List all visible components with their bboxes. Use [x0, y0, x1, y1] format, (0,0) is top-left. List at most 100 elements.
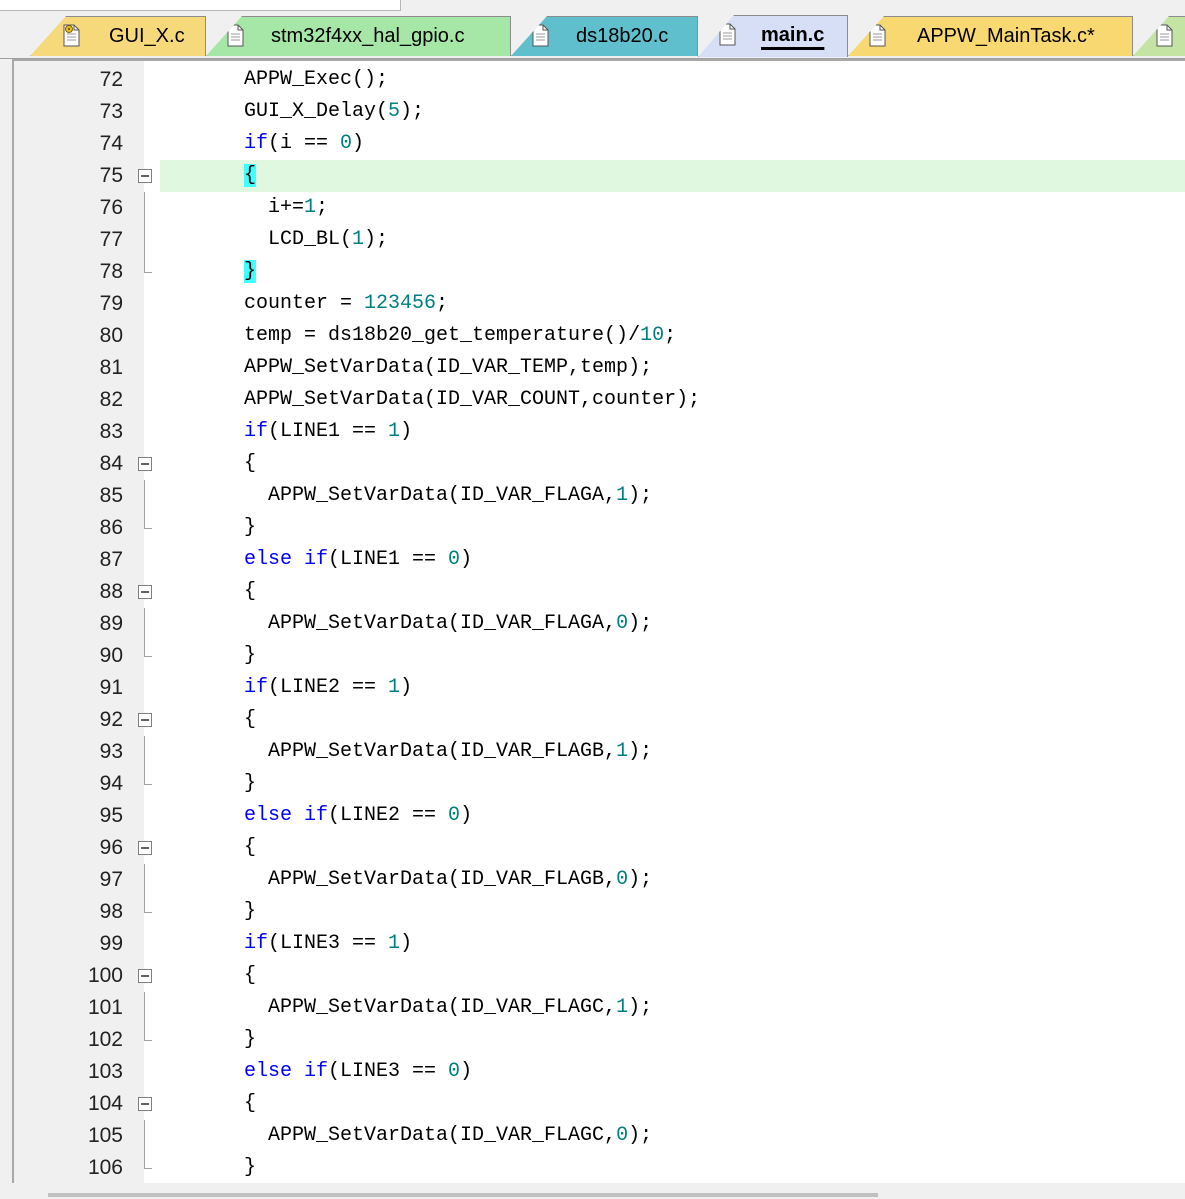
- code-editor[interactable]: 72 APPW_Exec(); 73 GUI_X_Delay(5); 74 if(i ==…: [12, 59, 1185, 1185]
- code-line[interactable]: 76 i+=1;: [14, 192, 1185, 224]
- fold-collapse-icon[interactable]: [138, 969, 152, 983]
- code-line[interactable]: 77 LCD_BL(1);: [14, 224, 1185, 256]
- code-text[interactable]: if(LINE3 == 1): [160, 928, 1185, 960]
- fold-collapse-icon[interactable]: [138, 457, 152, 471]
- code-line[interactable]: 81 APPW_SetVarData(ID_VAR_TEMP,temp);: [14, 352, 1185, 384]
- line-number: 83: [99, 420, 123, 443]
- code-line[interactable]: 86}: [14, 512, 1185, 544]
- fold-collapse-icon[interactable]: [138, 713, 152, 727]
- code-text[interactable]: i+=1;: [160, 192, 1185, 224]
- code-text[interactable]: APPW_SetVarData(ID_VAR_FLAGA,1);: [160, 480, 1185, 512]
- code-line[interactable]: 100 {: [14, 960, 1185, 992]
- code-line[interactable]: 96 {: [14, 832, 1185, 864]
- code-line[interactable]: 74 if(i == 0): [14, 128, 1185, 160]
- code-text[interactable]: if(i == 0): [160, 128, 1185, 160]
- code-text[interactable]: {: [160, 576, 1185, 608]
- code-text[interactable]: }: [160, 768, 1185, 800]
- fold-guide: [144, 608, 145, 640]
- code-text[interactable]: APPW_SetVarData(ID_VAR_FLAGB,1);: [160, 736, 1185, 768]
- tab-gui-x-c[interactable]: GUI_X.c: [30, 16, 206, 56]
- gear-file-icon: [63, 24, 80, 47]
- line-number: 105: [87, 1124, 123, 1147]
- code-line[interactable]: 83 if(LINE1 == 1): [14, 416, 1185, 448]
- code-text[interactable]: {: [160, 160, 1185, 192]
- code-text[interactable]: APPW_Exec();: [160, 64, 1185, 96]
- code-line[interactable]: 93 APPW_SetVarData(ID_VAR_FLAGB,1);: [14, 736, 1185, 768]
- code-text[interactable]: {: [160, 960, 1185, 992]
- code-line[interactable]: 95 else if(LINE2 == 0): [14, 800, 1185, 832]
- code-line[interactable]: 92 {: [14, 704, 1185, 736]
- code-text[interactable]: if(LINE2 == 1): [160, 672, 1185, 704]
- code-text[interactable]: if(LINE1 == 1): [160, 416, 1185, 448]
- code-text[interactable]: APPW_SetVarData(ID_VAR_FLAGC,1);: [160, 992, 1185, 1024]
- tab-stm32f4xx-hal-gpio-c[interactable]: stm32f4xx_hal_gpio.c: [206, 16, 511, 56]
- fold-collapse-icon[interactable]: [138, 585, 152, 599]
- code-line[interactable]: 105 APPW_SetVarData(ID_VAR_FLAGC,0);: [14, 1120, 1185, 1152]
- code-token: counter =: [244, 292, 365, 315]
- code-text[interactable]: APPW_SetVarData(ID_VAR_FLAGA,0);: [160, 608, 1185, 640]
- code-token: {: [244, 836, 257, 859]
- code-line[interactable]: 84 {: [14, 448, 1185, 480]
- tab-overflow[interactable]: [1133, 16, 1185, 56]
- code-text[interactable]: }: [160, 1152, 1185, 1184]
- code-text[interactable]: else if(LINE3 == 0): [160, 1056, 1185, 1088]
- code-text[interactable]: {: [160, 1088, 1185, 1120]
- code-line[interactable]: 94}: [14, 768, 1185, 800]
- code-text[interactable]: else if(LINE2 == 0): [160, 800, 1185, 832]
- code-line[interactable]: 82 APPW_SetVarData(ID_VAR_COUNT,counter);: [14, 384, 1185, 416]
- fold-collapse-icon[interactable]: [138, 169, 152, 183]
- code-token: }: [244, 516, 257, 539]
- code-line[interactable]: 104 {: [14, 1088, 1185, 1120]
- file-icon: [719, 23, 736, 46]
- fold-collapse-icon[interactable]: [138, 841, 152, 855]
- code-line[interactable]: 91 if(LINE2 == 1): [14, 672, 1185, 704]
- tab-ds18b20-c[interactable]: ds18b20.c: [511, 16, 698, 56]
- tab-main-c[interactable]: main.c: [698, 15, 848, 57]
- tab-appw-maintask-c[interactable]: APPW_MainTask.c*: [848, 16, 1133, 56]
- code-line[interactable]: 90}: [14, 640, 1185, 672]
- code-text[interactable]: APPW_SetVarData(ID_VAR_COUNT,counter);: [160, 384, 1185, 416]
- number-token: 0: [340, 132, 353, 155]
- code-text[interactable]: {: [160, 832, 1185, 864]
- code-line[interactable]: 101 APPW_SetVarData(ID_VAR_FLAGC,1);: [14, 992, 1185, 1024]
- code-text[interactable]: }: [160, 1024, 1185, 1056]
- code-line[interactable]: 75 {: [14, 160, 1185, 192]
- code-line[interactable]: 99 if(LINE3 == 1): [14, 928, 1185, 960]
- number-token: 123456: [364, 292, 437, 315]
- line-number: 74: [99, 132, 123, 155]
- code-text[interactable]: }: [160, 512, 1185, 544]
- code-line[interactable]: 85 APPW_SetVarData(ID_VAR_FLAGA,1);: [14, 480, 1185, 512]
- code-line[interactable]: 88 {: [14, 576, 1185, 608]
- horizontal-scrollbar[interactable]: [0, 1183, 1185, 1199]
- fold-guide: [144, 256, 145, 273]
- code-token: (i ==: [268, 132, 341, 155]
- code-line[interactable]: 79 counter = 123456;: [14, 288, 1185, 320]
- code-line[interactable]: 80 temp = ds18b20_get_temperature()/10;: [14, 320, 1185, 352]
- code-line[interactable]: 78}: [14, 256, 1185, 288]
- code-line[interactable]: 89 APPW_SetVarData(ID_VAR_FLAGA,0);: [14, 608, 1185, 640]
- code-line[interactable]: 106}: [14, 1152, 1185, 1184]
- code-text[interactable]: APPW_SetVarData(ID_VAR_FLAGC,0);: [160, 1120, 1185, 1152]
- fold-collapse-icon[interactable]: [138, 1097, 152, 1111]
- code-text[interactable]: {: [160, 448, 1185, 480]
- code-text[interactable]: else if(LINE1 == 0): [160, 544, 1185, 576]
- scrollbar-thumb[interactable]: [48, 1193, 878, 1197]
- code-text[interactable]: {: [160, 704, 1185, 736]
- code-text[interactable]: }: [160, 256, 1185, 288]
- code-text[interactable]: counter = 123456;: [160, 288, 1185, 320]
- code-text[interactable]: APPW_SetVarData(ID_VAR_FLAGB,0);: [160, 864, 1185, 896]
- code-text[interactable]: LCD_BL(1);: [160, 224, 1185, 256]
- code-line[interactable]: 97 APPW_SetVarData(ID_VAR_FLAGB,0);: [14, 864, 1185, 896]
- code-line[interactable]: 73 GUI_X_Delay(5);: [14, 96, 1185, 128]
- code-line[interactable]: 98}: [14, 896, 1185, 928]
- code-token: ): [400, 676, 413, 699]
- code-text[interactable]: }: [160, 896, 1185, 928]
- code-line[interactable]: 102}: [14, 1024, 1185, 1056]
- code-text[interactable]: temp = ds18b20_get_temperature()/10;: [160, 320, 1185, 352]
- code-text[interactable]: APPW_SetVarData(ID_VAR_TEMP,temp);: [160, 352, 1185, 384]
- code-line[interactable]: 87 else if(LINE1 == 0): [14, 544, 1185, 576]
- code-line[interactable]: 72 APPW_Exec();: [14, 64, 1185, 96]
- code-text[interactable]: GUI_X_Delay(5);: [160, 96, 1185, 128]
- code-line[interactable]: 103 else if(LINE3 == 0): [14, 1056, 1185, 1088]
- code-text[interactable]: }: [160, 640, 1185, 672]
